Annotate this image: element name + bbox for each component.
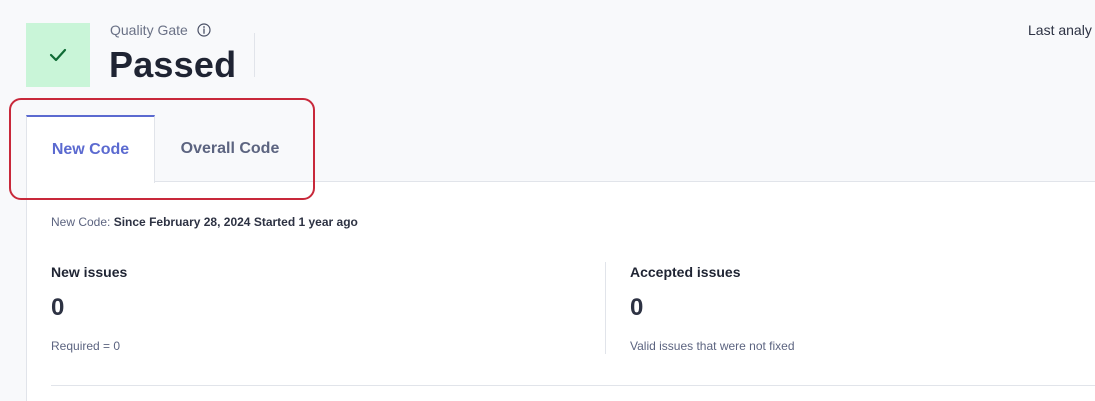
new-code-period-since: Since February 28, 2024: [113, 215, 251, 229]
new-code-period-prefix: New Code:: [51, 215, 111, 229]
section-divider: [51, 385, 1095, 386]
quality-gate-label: Quality Gate: [110, 22, 188, 38]
metric-accepted-issues-value[interactable]: 0: [630, 294, 643, 322]
last-analysis-text: Last analy: [1028, 22, 1092, 38]
header-divider: [254, 33, 255, 77]
metric-new-issues-value[interactable]: 0: [51, 294, 64, 322]
measures-panel: [26, 181, 1095, 401]
metric-accepted-issues-title: Accepted issues: [630, 264, 741, 280]
tab-new-code[interactable]: New Code: [26, 115, 155, 183]
info-icon[interactable]: [197, 23, 211, 37]
quality-gate-label-row: Quality Gate: [110, 22, 211, 38]
tab-overall-code-label: Overall Code: [180, 139, 280, 157]
quality-gate-status-badge: [26, 23, 90, 87]
tab-new-code-label: New Code: [51, 141, 130, 158]
quality-gate-status: Passed: [109, 44, 237, 85]
metric-accepted-issues-subtitle: Valid issues that were not fixed: [630, 339, 795, 353]
metric-divider: [605, 262, 606, 354]
metric-new-issues-title: New issues: [51, 264, 128, 280]
metric-new-issues-subtitle: Required = 0: [51, 339, 121, 353]
new-code-period-started: Started 1 year ago: [253, 215, 358, 229]
check-icon: [49, 48, 67, 62]
tab-overall-code[interactable]: Overall Code: [155, 115, 305, 182]
new-code-period: New Code: Since February 28, 2024 Starte…: [51, 215, 358, 229]
